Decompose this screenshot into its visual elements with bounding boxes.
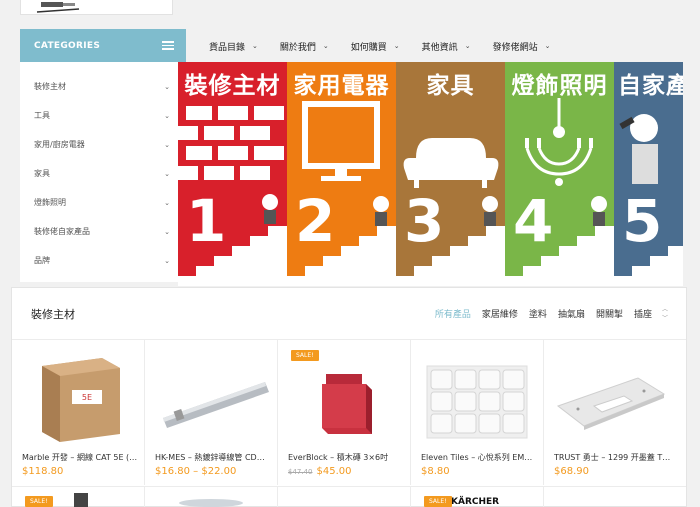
product-card[interactable]: TRUST 勇士 – 1299 开墨蓋 T… $68.90	[544, 340, 677, 485]
cable-box-image: 5E	[42, 358, 120, 442]
banner-title: 家用電器	[293, 73, 390, 99]
categories-title: CATEGORIES	[34, 40, 101, 51]
chevron-down-icon: ⌄	[164, 111, 170, 120]
chevron-down-icon: ⌄	[544, 42, 551, 50]
chevron-down-icon: ⌄	[464, 42, 471, 50]
product-card[interactable]: 5E Marble 开發 – 網線 CAT 5E (… $118.80	[12, 340, 145, 485]
product-price: $118.80	[22, 466, 64, 477]
chevron-down-icon: ⌄	[164, 169, 170, 178]
banner-title: 燈飾照明	[511, 73, 608, 99]
main-nav: 貨品目錄 ⌄ 關於我們 ⌄ 如何購買 ⌄ 其他資訊 ⌄ 發修佬網站 ⌄	[186, 30, 700, 62]
menu-icon[interactable]	[162, 39, 174, 52]
nav-item-other-info[interactable]: 其他資訊 ⌄	[422, 40, 471, 53]
product-card[interactable]	[278, 487, 411, 507]
banner-panel-materials[interactable]: 裝修主材 1	[178, 62, 287, 286]
tab-paint[interactable]: 塗料	[529, 307, 547, 320]
product-grid: 5E Marble 开發 – 網線 CAT 5E (… $118.80 HK-M…	[12, 340, 686, 485]
chevron-down-icon: ⌄	[164, 82, 170, 91]
tab-all-products[interactable]: 所有產品	[435, 307, 471, 320]
category-item[interactable]: 家具 ⌄	[20, 159, 186, 188]
products-header: 裝修主材 所有產品 家居維修 塗料 抽氣扇 開關掣 插座 ︿ ﹀	[12, 288, 686, 340]
cover-plate-image	[556, 377, 666, 430]
products-section: 裝修主材 所有產品 家居維修 塗料 抽氣扇 開關掣 插座 ︿ ﹀ 5E Marbl…	[11, 287, 687, 507]
banner-panel-lighting[interactable]: 燈飾照明 4	[505, 62, 614, 286]
banner-panel-appliances[interactable]: 家用電器 2	[287, 62, 396, 286]
chevron-down-icon: ⌄	[164, 256, 170, 265]
product-price: $47.40 $45.00	[288, 466, 352, 477]
product-name[interactable]: HK-MES – 熱鍍鋅導線管 CD…	[155, 452, 273, 463]
categories-list: 裝修主材 ⌄ 工具 ⌄ 家用/廚房電器 ⌄ 家具 ⌄ 燈飾照明 ⌄ 裝修佬自家產品 ⌄ 品牌…	[20, 62, 186, 282]
tab-scroll-arrows[interactable]: ︿ ﹀	[662, 305, 668, 323]
product-price: $8.80	[421, 466, 450, 477]
nav-item-about[interactable]: 關於我們 ⌄	[280, 40, 329, 53]
banner-title: 自家產	[618, 73, 683, 99]
banner-title: 裝修主材	[184, 73, 281, 99]
banner-number: 5	[622, 187, 663, 255]
chevron-down-icon: ⌄	[164, 227, 170, 236]
chevron-up-icon[interactable]: ︿	[662, 305, 668, 314]
product-card[interactable]: Eleven Tiles – 心悅系列 EM… $8.80	[411, 340, 544, 485]
nav-item-catalog[interactable]: 貨品目錄 ⌄	[209, 40, 258, 53]
banner-number: 4	[513, 187, 554, 255]
svg-text:5E: 5E	[82, 393, 92, 402]
chevron-down-icon: ⌄	[164, 140, 170, 149]
product-price: $16.80 – $22.00	[155, 466, 237, 477]
logo[interactable]	[20, 0, 173, 15]
banner-number: 2	[295, 187, 336, 255]
logo-icon	[36, 2, 80, 13]
chevron-down-icon: ⌄	[393, 42, 400, 50]
tab-exhaust-fan[interactable]: 抽氣扇	[558, 307, 585, 320]
product-tabs: 所有產品 家居維修 塗料 抽氣扇 開關掣 插座 ︿ ﹀	[424, 305, 668, 323]
product-card[interactable]: HK-MES – 熱鍍鋅導線管 CD… $16.80 – $22.00	[145, 340, 278, 485]
chevron-down-icon: ⌄	[252, 42, 258, 50]
original-price: $47.40	[288, 468, 313, 476]
product-name[interactable]: Eleven Tiles – 心悅系列 EM…	[421, 452, 539, 463]
product-name[interactable]: TRUST 勇士 – 1299 开墨蓋 T…	[554, 452, 672, 463]
categories-header[interactable]: CATEGORIES	[20, 29, 186, 62]
chevron-down-icon: ⌄	[164, 198, 170, 207]
brand-logo: KÄRCHER	[451, 497, 500, 507]
product-card[interactable]: SALE! EverBlock – 積木磚 3×6吋 $47.40 $45.00	[278, 340, 411, 485]
category-item[interactable]: 家用/廚房電器 ⌄	[20, 130, 186, 159]
banner-title: 家具	[426, 73, 475, 99]
banner-panel-own-products[interactable]: 自家產 5	[614, 62, 683, 286]
section-title: 裝修主材	[31, 307, 75, 321]
product-name[interactable]: EverBlock – 積木磚 3×6吋	[288, 452, 406, 463]
category-item[interactable]: 燈飾照明 ⌄	[20, 188, 186, 217]
banner-number: 3	[404, 187, 445, 255]
sale-badge: SALE!	[424, 496, 452, 507]
banner-number: 1	[186, 187, 227, 255]
tab-switches[interactable]: 開關掣	[596, 307, 623, 320]
sale-badge: SALE!	[291, 350, 319, 361]
category-item[interactable]: 品牌 ⌄	[20, 246, 186, 275]
product-name[interactable]: Marble 开發 – 網線 CAT 5E (…	[22, 452, 140, 463]
product-card[interactable]	[145, 487, 278, 507]
product-card[interactable]: SALE! KÄRCHER	[411, 487, 544, 507]
product-thumb	[179, 499, 243, 507]
product-card[interactable]: SALE!	[12, 487, 145, 507]
nav-item-how-to-buy[interactable]: 如何購買 ⌄	[351, 40, 400, 53]
tab-home-repair[interactable]: 家居維修	[482, 307, 518, 320]
hero-banner[interactable]: 裝修主材 1 家用電器 2 家具 3 燈飾照明 4 自家產 5	[178, 62, 683, 286]
category-item[interactable]: 裝修佬自家產品 ⌄	[20, 217, 186, 246]
product-card[interactable]	[544, 487, 677, 507]
product-price: $68.90	[554, 466, 589, 477]
chevron-down-icon[interactable]: ﹀	[662, 314, 668, 323]
tile-image	[426, 365, 528, 439]
tab-sockets[interactable]: 插座	[634, 307, 652, 320]
banner-panel-furniture[interactable]: 家具 3	[396, 62, 505, 286]
product-grid-row-2: SALE! SALE! KÄRCHER	[12, 486, 686, 507]
nav-item-website[interactable]: 發修佬網站 ⌄	[493, 40, 551, 53]
sale-badge: SALE!	[25, 496, 53, 507]
block-image	[322, 374, 372, 434]
conduit-pipe-image	[163, 382, 269, 428]
category-item[interactable]: 工具 ⌄	[20, 101, 186, 130]
chevron-down-icon: ⌄	[322, 42, 329, 50]
category-item[interactable]: 裝修主材 ⌄	[20, 72, 186, 101]
